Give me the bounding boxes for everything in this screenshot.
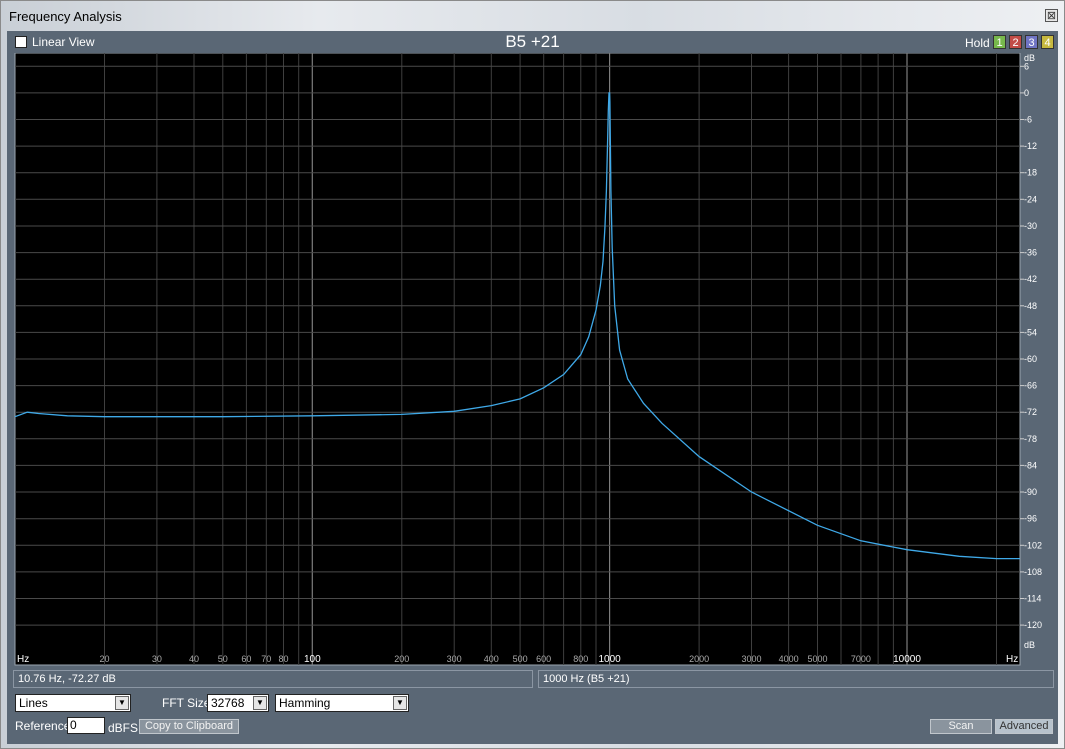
x-tick-label: 1000	[598, 654, 621, 665]
hold-button-4[interactable]: 4	[1041, 35, 1054, 49]
x-tick-label: 7000	[851, 654, 871, 664]
y-tick-label: -60	[1024, 354, 1037, 364]
chevron-down-icon: ▼	[253, 696, 267, 710]
y-tick-label: 0	[1024, 88, 1029, 98]
chevron-down-icon: ▼	[115, 696, 129, 710]
y-tick-label: -30	[1024, 221, 1037, 231]
x-tick-label: 300	[447, 654, 462, 664]
chevron-down-icon: ▼	[393, 696, 407, 710]
x-tick-label: 600	[536, 654, 551, 664]
status-bar: 10.76 Hz, -72.27 dB 1000 Hz (B5 +21)	[13, 670, 1054, 690]
y-tick-label: -96	[1024, 514, 1037, 524]
title-bar: Frequency Analysis ⊠	[1, 1, 1064, 31]
top-toolbar: Linear View B5 +21 Hold 1 2 3 4	[7, 31, 1058, 53]
x-tick-label: 40	[189, 654, 199, 664]
hold-button-1[interactable]: 1	[993, 35, 1006, 49]
y-tick-label: -72	[1024, 407, 1037, 417]
spectrum-plot[interactable]: 20 30 40 50 60 70 80 100 200 300 400 500 600 800 1000 2…	[7, 53, 1058, 668]
x-tick-label: 4000	[779, 654, 799, 664]
close-button[interactable]: ⊠	[1045, 9, 1058, 22]
y-tick-label: -120	[1024, 620, 1042, 630]
y-tick-label: -66	[1024, 381, 1037, 391]
scan-button[interactable]: Scan	[930, 719, 992, 734]
x-axis-unit-left: Hz	[17, 654, 29, 665]
fft-size-value: 32768	[211, 696, 245, 710]
x-tick-label: 30	[152, 654, 162, 664]
y-tick-label: -78	[1024, 434, 1037, 444]
y-tick-label: -114	[1024, 594, 1041, 604]
y-tick-label: -36	[1024, 248, 1037, 258]
y-tick-label: -54	[1024, 327, 1037, 337]
window-function-value: Hamming	[279, 696, 331, 710]
x-tick-label: 5000	[807, 654, 827, 664]
cursor-readout: 10.76 Hz, -72.27 dB	[13, 670, 533, 688]
display-mode-value: Lines	[19, 696, 48, 710]
frequency-analysis-window: Frequency Analysis ⊠ Linear View B5 +21 …	[0, 0, 1065, 749]
x-tick-label: 100	[304, 654, 321, 665]
note-readout: B5 +21	[505, 32, 560, 51]
x-tick-label: 60	[241, 654, 251, 664]
x-tick-label: 50	[218, 654, 228, 664]
x-tick-label: 3000	[741, 654, 761, 664]
y-tick-label: -108	[1024, 567, 1042, 577]
y-tick-label: -48	[1024, 301, 1037, 311]
peak-readout: 1000 Hz (B5 +21)	[538, 670, 1054, 688]
y-axis-labels: 60-6-12-18-24-30-36-42-48-54-60-66-72-78…	[1024, 61, 1042, 630]
y-tick-label: -24	[1024, 194, 1037, 204]
y-tick-label: -18	[1024, 168, 1037, 178]
fft-size-label: FFT Size	[162, 696, 211, 710]
y-tick-label: -42	[1024, 274, 1037, 284]
x-axis-unit-right: Hz	[1006, 654, 1018, 665]
linear-view-checkbox[interactable]	[15, 36, 27, 48]
reference-unit: dBFS	[108, 721, 139, 735]
y-tick-label: -90	[1024, 487, 1037, 497]
y-axis-unit-top: dB	[1024, 53, 1035, 63]
hold-button-3[interactable]: 3	[1025, 35, 1038, 49]
x-tick-label: 400	[484, 654, 499, 664]
x-tick-label: 70	[261, 654, 271, 664]
display-mode-select[interactable]: Lines ▼	[15, 694, 131, 712]
hold-label: Hold	[965, 36, 990, 50]
window-function-select[interactable]: Hamming ▼	[275, 694, 409, 712]
x-tick-label: 80	[278, 654, 288, 664]
y-tick-label: -102	[1024, 540, 1042, 550]
window-title: Frequency Analysis	[9, 9, 122, 24]
copy-to-clipboard-button[interactable]: Copy to Clipboard	[139, 719, 239, 734]
reference-input[interactable]: 0	[67, 717, 105, 734]
analysis-panel: Linear View B5 +21 Hold 1 2 3 4 20 30 40 50…	[7, 31, 1058, 744]
y-axis-unit-bottom: dB	[1024, 640, 1035, 650]
x-tick-label: 20	[99, 654, 109, 664]
y-tick-label: -12	[1024, 141, 1037, 151]
reference-label: Reference	[15, 719, 71, 733]
y-tick-label: -84	[1024, 460, 1037, 470]
fft-size-select[interactable]: 32768 ▼	[207, 694, 269, 712]
x-tick-label: 200	[394, 654, 409, 664]
x-tick-label: 2000	[689, 654, 709, 664]
x-tick-label: 800	[573, 654, 588, 664]
hold-button-2[interactable]: 2	[1009, 35, 1022, 49]
x-tick-label: 10000	[893, 654, 921, 665]
advanced-button[interactable]: Advanced	[995, 719, 1053, 734]
linear-view-label: Linear View	[32, 35, 95, 49]
y-tick-label: -6	[1024, 115, 1032, 125]
x-tick-label: 500	[513, 654, 528, 664]
